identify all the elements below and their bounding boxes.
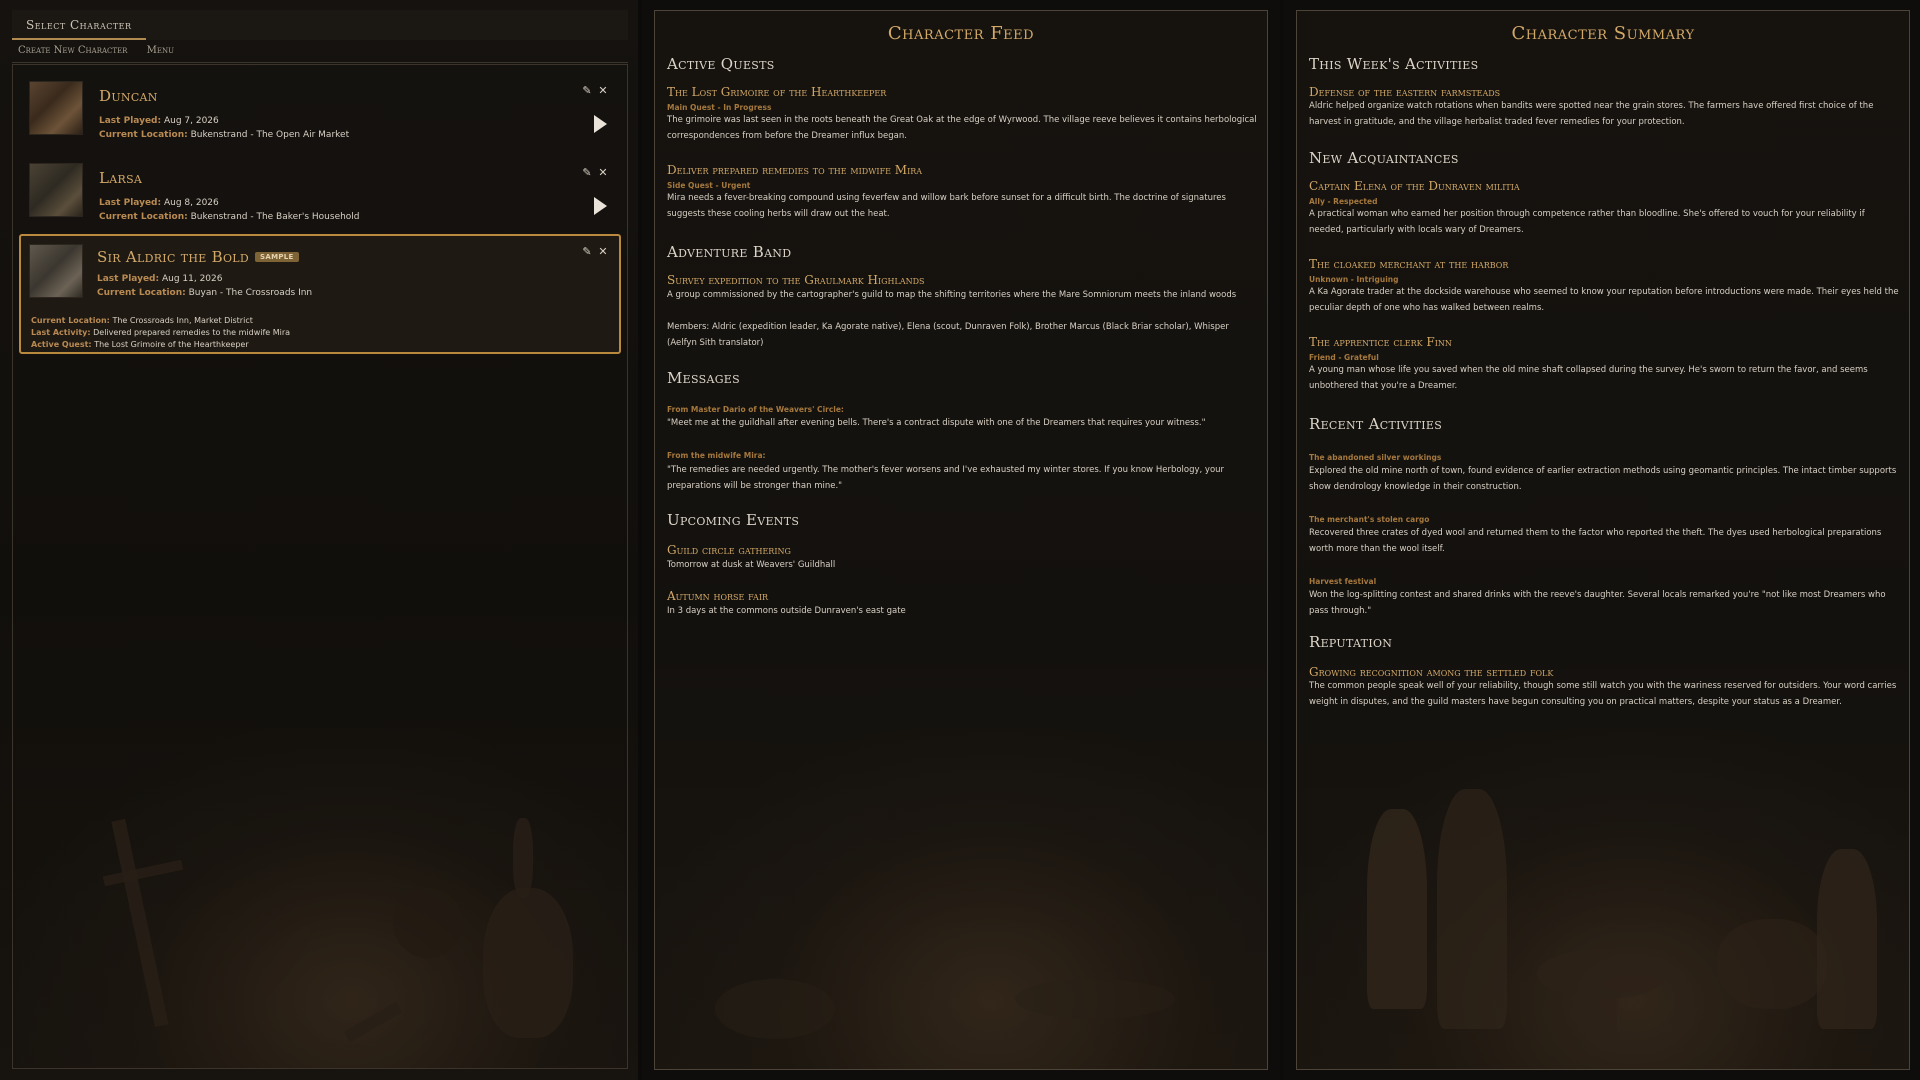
acquaintance-tag: Friend - Grateful — [1309, 353, 1379, 362]
section-heading-messages: Messages — [667, 369, 740, 387]
last-played: Last Played: Aug 7, 2026 — [99, 116, 219, 126]
recent-activity-body: Recovered three crates of dyed wool and … — [1309, 528, 1882, 554]
character-card-duncan[interactable]: Duncan Last Played: Aug 7, 2026 Current … — [19, 71, 621, 145]
event-title[interactable]: Autumn horse fair — [667, 589, 1257, 603]
current-location: Current Location: Bukenstrand - The Bake… — [99, 212, 360, 222]
recent-activity-title: Harvest festival — [1309, 577, 1377, 586]
section-heading-adventure-band: Adventure Band — [667, 243, 792, 261]
band-body: A group commissioned by the cartographer… — [667, 290, 1237, 300]
event-title[interactable]: Guild circle gathering — [667, 543, 1257, 557]
background-artwork — [13, 728, 627, 1068]
menu-link[interactable]: Menu — [147, 45, 174, 56]
character-name: Duncan — [99, 87, 158, 105]
detail-last-activity: Last Activity: Delivered prepared remedi… — [31, 328, 291, 337]
section-heading-new-acquaintances: New Acquaintances — [1309, 149, 1459, 167]
character-summary-panel: Character Summary This Week's Activities… — [1296, 10, 1910, 1070]
character-name: Sir Aldric the Bold SAMPLE — [97, 248, 299, 266]
reputation-body: The common people speak well of your rel… — [1309, 681, 1897, 707]
character-feed-panel: Character Feed Active Quests The Lost Gr… — [654, 10, 1268, 1070]
edit-icon[interactable]: ✎ — [581, 167, 593, 179]
close-icon[interactable]: ✕ — [597, 167, 609, 179]
recent-activity-title: The abandoned silver workings — [1309, 453, 1442, 462]
section-heading-active-quests: Active Quests — [667, 55, 775, 73]
message-body: "The remedies are needed urgently. The m… — [667, 465, 1225, 491]
band-title[interactable]: Survey expedition to the Graulmark Highl… — [667, 273, 1257, 287]
acquaintance-name[interactable]: Captain Elena of the Dunraven militia — [1309, 179, 1899, 193]
sub-navigation: Create New Character Menu — [18, 45, 190, 56]
quest-title[interactable]: Deliver prepared remedies to the midwife… — [667, 163, 1257, 177]
background-artwork — [655, 729, 1267, 1069]
acquaintance-name[interactable]: The apprentice clerk Finn — [1309, 335, 1899, 349]
band-members: Members: Aldric (expedition leader, Ka A… — [667, 322, 1229, 348]
play-icon[interactable] — [594, 115, 607, 133]
character-card-sir-aldric[interactable]: Sir Aldric the Bold SAMPLE Last Played: A… — [19, 234, 621, 354]
close-icon[interactable]: ✕ — [597, 85, 609, 97]
character-portrait — [29, 244, 83, 298]
character-select-column: Select Character Create New Character Me… — [0, 0, 638, 1080]
sample-badge: SAMPLE — [255, 252, 299, 262]
play-icon[interactable] — [594, 197, 607, 215]
quest-tag: Main Quest - In Progress — [667, 103, 772, 112]
character-name: Larsa — [99, 169, 143, 187]
current-location: Current Location: Buyan - The Crossroads… — [97, 288, 313, 298]
message-sender: From Master Dario of the Weavers' Circle… — [667, 405, 844, 414]
current-location: Current Location: Bukenstrand - The Open… — [99, 130, 350, 140]
acquaintance-body: A Ka Agorate trader at the dockside ware… — [1309, 287, 1899, 313]
acquaintance-tag: Ally - Respected — [1309, 197, 1378, 206]
quest-body: The grimoire was last seen in the roots … — [667, 115, 1257, 141]
edit-icon[interactable]: ✎ — [581, 85, 593, 97]
character-card-larsa[interactable]: Larsa Last Played: Aug 8, 2026 Current L… — [19, 153, 621, 227]
section-heading-this-week: This Week's Activities — [1309, 55, 1479, 73]
create-new-character-link[interactable]: Create New Character — [18, 45, 127, 56]
event-body: In 3 days at the commons outside Dunrave… — [667, 606, 906, 616]
character-portrait — [29, 81, 83, 135]
tab-select-character[interactable]: Select Character — [12, 10, 146, 40]
feed-column: Character Feed Active Quests The Lost Gr… — [642, 0, 1280, 1080]
character-list: Duncan Last Played: Aug 7, 2026 Current … — [12, 64, 628, 1069]
summary-column: Character Summary This Week's Activities… — [1284, 0, 1920, 1080]
section-heading-recent-activities: Recent Activities — [1309, 415, 1443, 433]
last-played: Last Played: Aug 8, 2026 — [99, 198, 219, 208]
recent-activity-title: The merchant's stolen cargo — [1309, 515, 1430, 524]
quest-tag: Side Quest - Urgent — [667, 181, 751, 190]
quest-title[interactable]: The Lost Grimoire of the Hearthkeeper — [667, 85, 1257, 99]
detail-location: Current Location: The Crossroads Inn, Ma… — [31, 316, 253, 325]
reputation-title[interactable]: Growing recognition among the settled fo… — [1309, 665, 1899, 679]
divider — [12, 62, 628, 63]
recent-activity-body: Won the log-splitting contest and shared… — [1309, 590, 1886, 616]
tab-bar: Select Character — [12, 10, 628, 40]
background-artwork — [1297, 729, 1909, 1069]
acquaintance-body: A young man whose life you saved when th… — [1309, 365, 1868, 391]
close-icon[interactable]: ✕ — [597, 246, 609, 258]
page-title: Character Feed — [887, 23, 1035, 44]
acquaintance-tag: Unknown - Intriguing — [1309, 275, 1399, 284]
message-sender: From the midwife Mira: — [667, 451, 766, 460]
event-body: Tomorrow at dusk at Weavers' Guildhall — [667, 560, 836, 570]
activity-title[interactable]: Defense of the eastern farmsteads — [1309, 85, 1899, 99]
recent-activity-body: Explored the old mine north of town, fou… — [1309, 466, 1897, 492]
edit-icon[interactable]: ✎ — [581, 246, 593, 258]
activity-body: Aldric helped organize watch rotations w… — [1309, 101, 1874, 127]
acquaintance-body: A practical woman who earned her positio… — [1309, 209, 1865, 235]
quest-body: Mira needs a fever-breaking compound usi… — [667, 193, 1226, 219]
page-title: Character Summary — [1511, 23, 1695, 44]
section-heading-upcoming-events: Upcoming Events — [667, 511, 800, 529]
message-body: "Meet me at the guildhall after evening … — [667, 418, 1206, 428]
section-heading-reputation: Reputation — [1309, 633, 1393, 651]
character-portrait — [29, 163, 83, 217]
acquaintance-name[interactable]: The cloaked merchant at the harbor — [1309, 257, 1899, 271]
detail-active-quest: Active Quest: The Lost Grimoire of the H… — [31, 340, 249, 349]
last-played: Last Played: Aug 11, 2026 — [97, 274, 223, 284]
